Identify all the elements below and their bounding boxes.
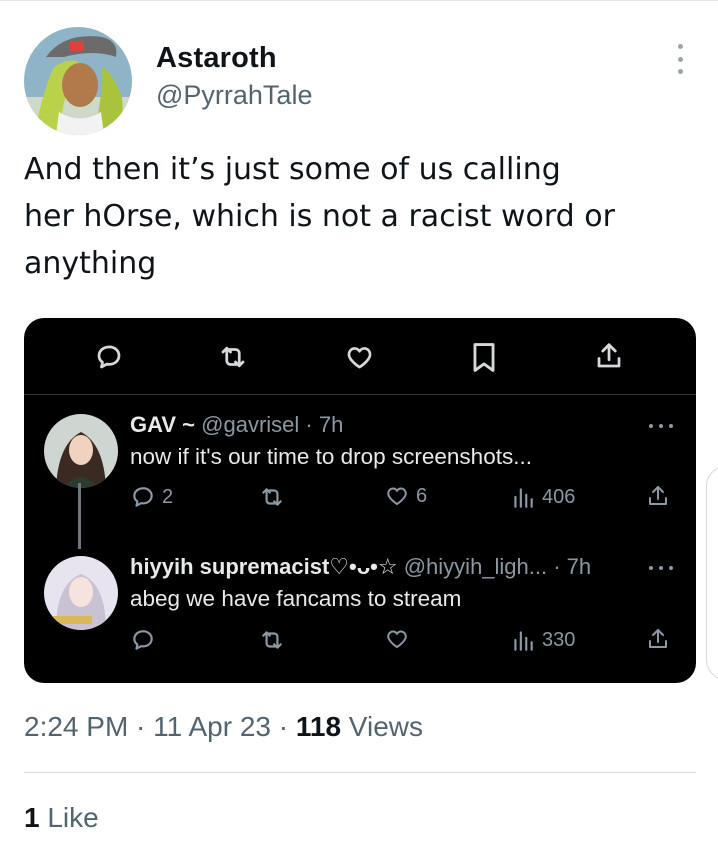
bookmark-icon (471, 342, 497, 373)
tweet-text-line: And then it’s just some of us calling (24, 152, 561, 187)
reply-icon (94, 342, 124, 372)
view-count: 330 (510, 627, 575, 653)
reply-text: now if it's our time to drop screenshots… (130, 444, 532, 469)
reply-author-meta: @gavrisel · 7h (201, 412, 344, 437)
more-options-icon[interactable] (672, 44, 688, 74)
likes-label: Like (39, 802, 99, 833)
share-icon (594, 340, 624, 372)
likes-count: 1 (24, 802, 40, 833)
share-icon (646, 625, 670, 653)
share-icon (646, 482, 670, 510)
reply-more-icon (649, 423, 673, 429)
likes-summary[interactable]: 1 Like (24, 802, 99, 834)
like-count-value: 6 (416, 484, 428, 507)
reply-avatar (44, 556, 118, 630)
tweet-meta: 2:24 PM · 11 Apr 23 · 118 Views (24, 711, 423, 743)
screenshot-action-bar (24, 318, 696, 394)
thread-line (78, 483, 81, 549)
screenshot-divider (24, 394, 696, 395)
reply-count: 2 (130, 484, 173, 510)
retweet-count (258, 484, 286, 510)
reply-more-icon (649, 565, 673, 571)
reply-count-value: 2 (162, 485, 174, 508)
like-count: 6 (384, 484, 427, 508)
like-icon (344, 343, 375, 372)
meta-separator: · (128, 711, 154, 742)
view-count-value: 406 (542, 485, 576, 508)
reply-avatar (44, 414, 118, 488)
tweet-text-line: anything (24, 246, 157, 281)
quoted-screenshot[interactable]: GAV ~ @gavrisel · 7h now if it's our tim… (24, 318, 696, 683)
reply-author-name: hiyyih supremacist♡•ᴗ•☆ (130, 554, 398, 579)
reply-header: GAV ~ @gavrisel · 7h (130, 412, 343, 438)
retweet-icon (217, 342, 249, 372)
view-count-value: 330 (542, 628, 576, 651)
reply-header: hiyyih supremacist♡•ᴗ•☆ @hiyyih_ligh... … (130, 554, 591, 580)
reply-author-meta: @hiyyih_ligh... · 7h (403, 554, 592, 579)
reply-count (130, 627, 162, 653)
reply-author-name: GAV ~ (130, 412, 196, 437)
tweet-text: And then it’s just some of us calling he… (24, 146, 694, 287)
tweet-date[interactable]: 11 Apr 23 (153, 711, 271, 742)
meta-separator: · (270, 711, 296, 742)
author-handle[interactable]: @PyrrahTale (156, 80, 312, 111)
author-name[interactable]: Astaroth (156, 42, 277, 75)
tweet-text-line: her hOrse, which is not a racist word or (24, 199, 615, 234)
author-avatar[interactable] (24, 27, 132, 135)
like-count (384, 627, 416, 651)
floating-edge-panel[interactable] (706, 466, 718, 680)
top-divider (0, 0, 718, 1)
divider (24, 772, 696, 773)
views-count: 118 (295, 711, 342, 742)
view-count: 406 (510, 484, 575, 510)
reply-text: abeg we have fancams to stream (130, 586, 462, 611)
views-label: Views (341, 711, 423, 742)
tweet-time[interactable]: 2:24 PM (24, 711, 128, 742)
retweet-count (258, 627, 286, 653)
